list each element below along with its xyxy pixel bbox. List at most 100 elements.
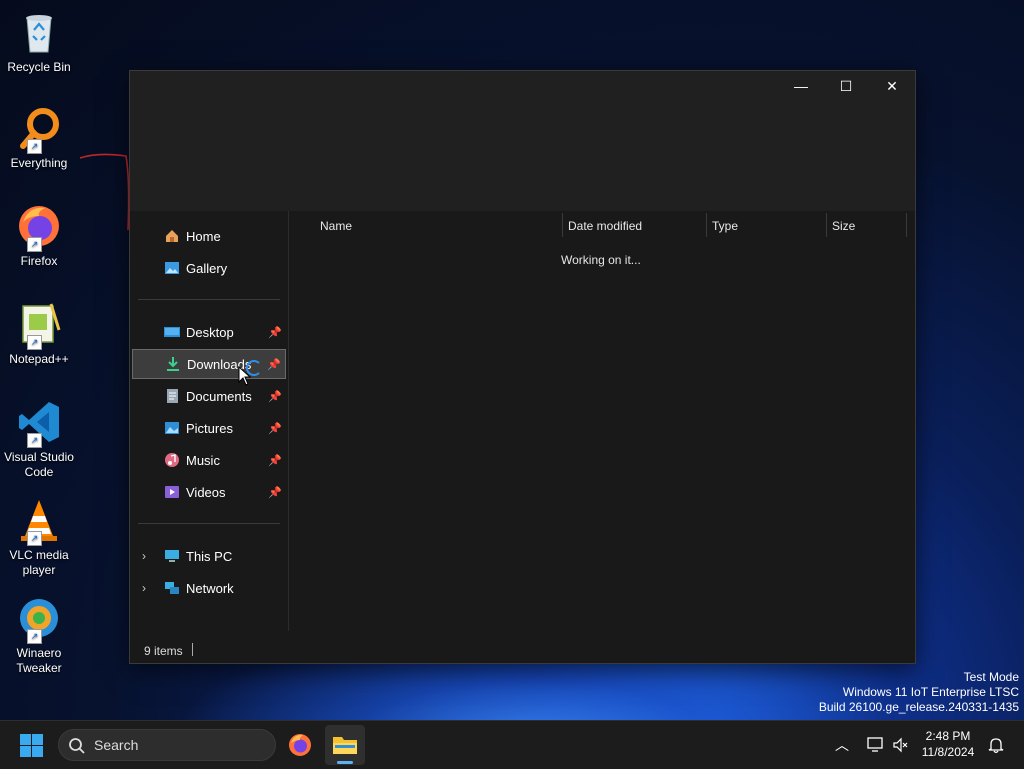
speaker-muted-icon [893,737,908,753]
pin-icon[interactable]: 📌 [268,422,282,435]
desktop-folder-icon [164,324,180,340]
notifications-button[interactable] [988,721,1004,769]
nav-item-this-pc[interactable]: › This PC [132,541,286,571]
search-placeholder: Search [94,737,139,753]
column-divider[interactable] [706,213,707,237]
bell-icon [988,738,1004,754]
desktop-icon-winaero-tweaker[interactable]: ↗ Winaero Tweaker [2,594,76,676]
shortcut-arrow-icon: ↗ [27,237,42,252]
shortcut-arrow-icon: ↗ [27,139,42,154]
videos-folder-icon [164,484,180,500]
shortcut-arrow-icon: ↗ [27,629,42,644]
taskbar-clock[interactable]: 2:48 PM 11/8/2024 [912,728,984,760]
windows-logo-icon [20,734,43,757]
column-header-name[interactable]: Name [320,211,352,241]
desktop-icon-everything[interactable]: ↗ Everything [2,104,76,171]
search-icon [69,738,85,754]
shortcut-arrow-icon: ↗ [27,433,42,448]
gallery-icon [164,260,180,276]
mouse-cursor-icon [238,366,252,386]
column-header-type[interactable]: Type [712,211,738,241]
status-bar: 9 items [130,631,915,662]
minimize-button[interactable]: — [778,71,824,101]
taskbar-file-explorer-button[interactable] [325,725,365,765]
firefox-icon [289,734,311,756]
nav-item-label: This PC [186,548,233,564]
loading-message: Working on it... [561,253,641,267]
nav-item-label: Videos [186,484,226,500]
status-divider [192,643,193,656]
nav-item-documents[interactable]: Documents 📌 [132,381,286,411]
desktop-icon-label: Everything [10,156,68,170]
nav-item-desktop[interactable]: Desktop 📌 [132,317,286,347]
network-tray-icon[interactable] [866,721,886,769]
network-icon [164,580,180,596]
start-button[interactable] [14,731,48,761]
show-hidden-icons-button[interactable]: ︿ [835,721,849,769]
taskbar-firefox-button[interactable] [280,725,320,765]
desktop-icon-vscode[interactable]: ↗ Visual Studio Code [2,398,76,480]
downloads-folder-icon [165,356,181,372]
nav-item-label: Network [186,580,234,596]
item-count: 9 items [144,644,183,658]
volume-tray-icon[interactable] [892,721,910,769]
notepad-plus-plus-icon: ↗ [15,300,63,350]
pin-icon[interactable]: 📌 [268,326,282,339]
pin-icon[interactable]: 📌 [268,390,282,403]
chevron-right-icon[interactable]: › [142,581,146,595]
chevron-up-icon: ︿ [835,737,849,753]
shortcut-arrow-icon: ↗ [27,335,42,350]
maximize-icon: ☐ [839,77,853,94]
desktop-icon-label: Visual Studio Code [4,450,74,479]
nav-item-pictures[interactable]: Pictures 📌 [132,413,286,443]
taskbar: Search ︿ 2:48 PM 11/8/2024 [0,720,1024,769]
desktop-icon-notepad-plus-plus[interactable]: ↗ Notepad++ [2,300,76,367]
recycle-bin-icon [15,8,63,56]
shortcut-arrow-icon: ↗ [27,531,42,546]
taskbar-search-box[interactable]: Search [58,729,276,761]
file-list-pane[interactable]: Name Date modified Type Size Working on … [290,211,915,633]
nav-item-music[interactable]: Music 📌 [132,445,286,475]
home-icon [164,228,180,244]
nav-item-label: Documents [186,388,252,404]
vlc-icon: ↗ [15,496,63,546]
nav-divider [138,299,280,300]
maximize-button[interactable]: ☐ [823,71,869,101]
column-header-date-modified[interactable]: Date modified [568,211,642,241]
this-pc-icon [164,548,180,564]
navigation-pane[interactable]: Home Gallery Desktop 📌 Downloads 📌 Docum… [130,211,289,631]
firefox-icon: ↗ [15,202,63,252]
everything-search-icon: ↗ [15,104,63,154]
nav-item-label: Music [186,452,220,468]
vscode-icon: ↗ [15,398,63,448]
desktop-icon-label: Winaero Tweaker [16,646,62,675]
nav-item-label: Pictures [186,420,233,436]
column-divider[interactable] [906,213,907,237]
desktop-icon-recycle-bin[interactable]: Recycle Bin [2,8,76,75]
pin-icon[interactable]: 📌 [267,358,281,371]
column-divider[interactable] [826,213,827,237]
column-divider[interactable] [562,213,563,237]
nav-item-network[interactable]: › Network [132,573,286,603]
desktop-icon-label: Notepad++ [9,352,69,366]
pin-icon[interactable]: 📌 [268,486,282,499]
desktop-icon-vlc[interactable]: ↗ VLC media player [2,496,76,578]
clock-date: 11/8/2024 [921,745,975,759]
desktop-icon-firefox[interactable]: ↗ Firefox [2,202,76,269]
winaero-tweaker-icon: ↗ [15,594,63,644]
nav-item-gallery[interactable]: Gallery [132,253,286,283]
pin-icon[interactable]: 📌 [268,454,282,467]
desktop-icon-label: Firefox [20,254,58,268]
network-status-icon [867,737,883,752]
chevron-right-icon[interactable]: › [142,549,146,563]
nav-item-label: Desktop [186,324,234,340]
test-mode-watermark: Test Mode Windows 11 IoT Enterprise LTSC… [818,670,1019,714]
nav-item-videos[interactable]: Videos 📌 [132,477,286,507]
nav-item-downloads[interactable]: Downloads 📌 [132,349,286,379]
column-header-size[interactable]: Size [832,211,855,241]
desktop-icon-label: VLC media player [9,548,69,577]
title-bar[interactable]: — ☐ ✕ [130,71,915,211]
nav-item-home[interactable]: Home [132,221,286,251]
close-icon: ✕ [886,77,898,94]
close-button[interactable]: ✕ [869,71,915,101]
